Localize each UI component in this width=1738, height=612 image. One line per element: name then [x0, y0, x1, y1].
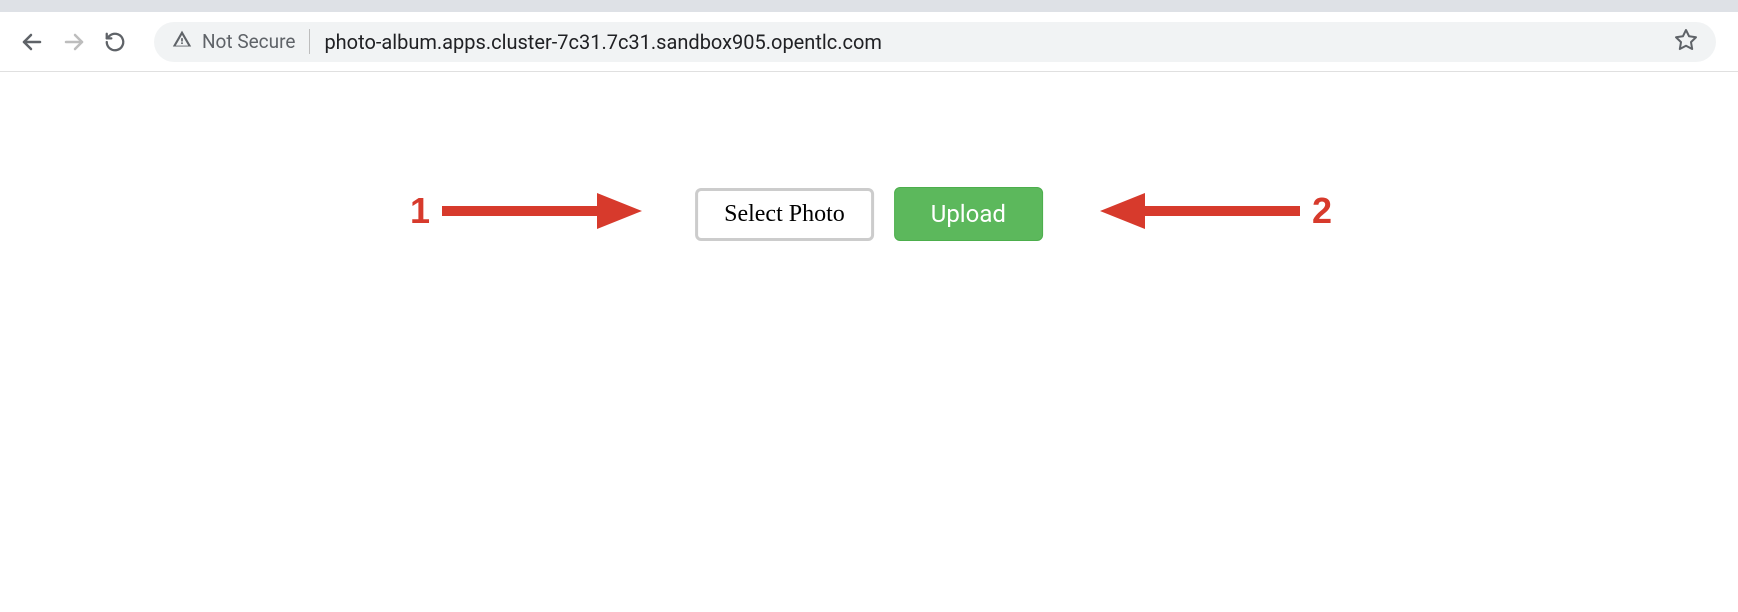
select-photo-button[interactable]: Select Photo	[695, 188, 874, 241]
back-icon[interactable]	[20, 30, 44, 54]
tab-bar	[0, 0, 1738, 12]
annotation-number-1: 1	[410, 190, 430, 232]
browser-toolbar: Not Secure photo-album.apps.cluster-7c31…	[0, 12, 1738, 72]
security-label: Not Secure	[202, 30, 295, 53]
button-row: Select Photo Upload	[695, 187, 1043, 241]
warning-icon	[172, 29, 192, 54]
address-bar[interactable]: Not Secure photo-album.apps.cluster-7c31…	[154, 22, 1716, 62]
reload-icon[interactable]	[104, 31, 126, 53]
annotation-2: 2	[1100, 190, 1332, 232]
annotation-1: 1	[410, 190, 642, 232]
upload-button[interactable]: Upload	[894, 187, 1043, 241]
arrow-right-icon	[442, 191, 642, 231]
page-content: 1 Select Photo Upload 2	[0, 72, 1738, 612]
bookmark-star-icon[interactable]	[1674, 28, 1698, 56]
arrow-left-icon	[1100, 191, 1300, 231]
url-text: photo-album.apps.cluster-7c31.7c31.sandb…	[324, 30, 881, 54]
nav-buttons	[12, 30, 134, 54]
forward-icon[interactable]	[62, 30, 86, 54]
annotation-number-2: 2	[1312, 190, 1332, 232]
security-indicator[interactable]: Not Secure	[172, 29, 310, 54]
